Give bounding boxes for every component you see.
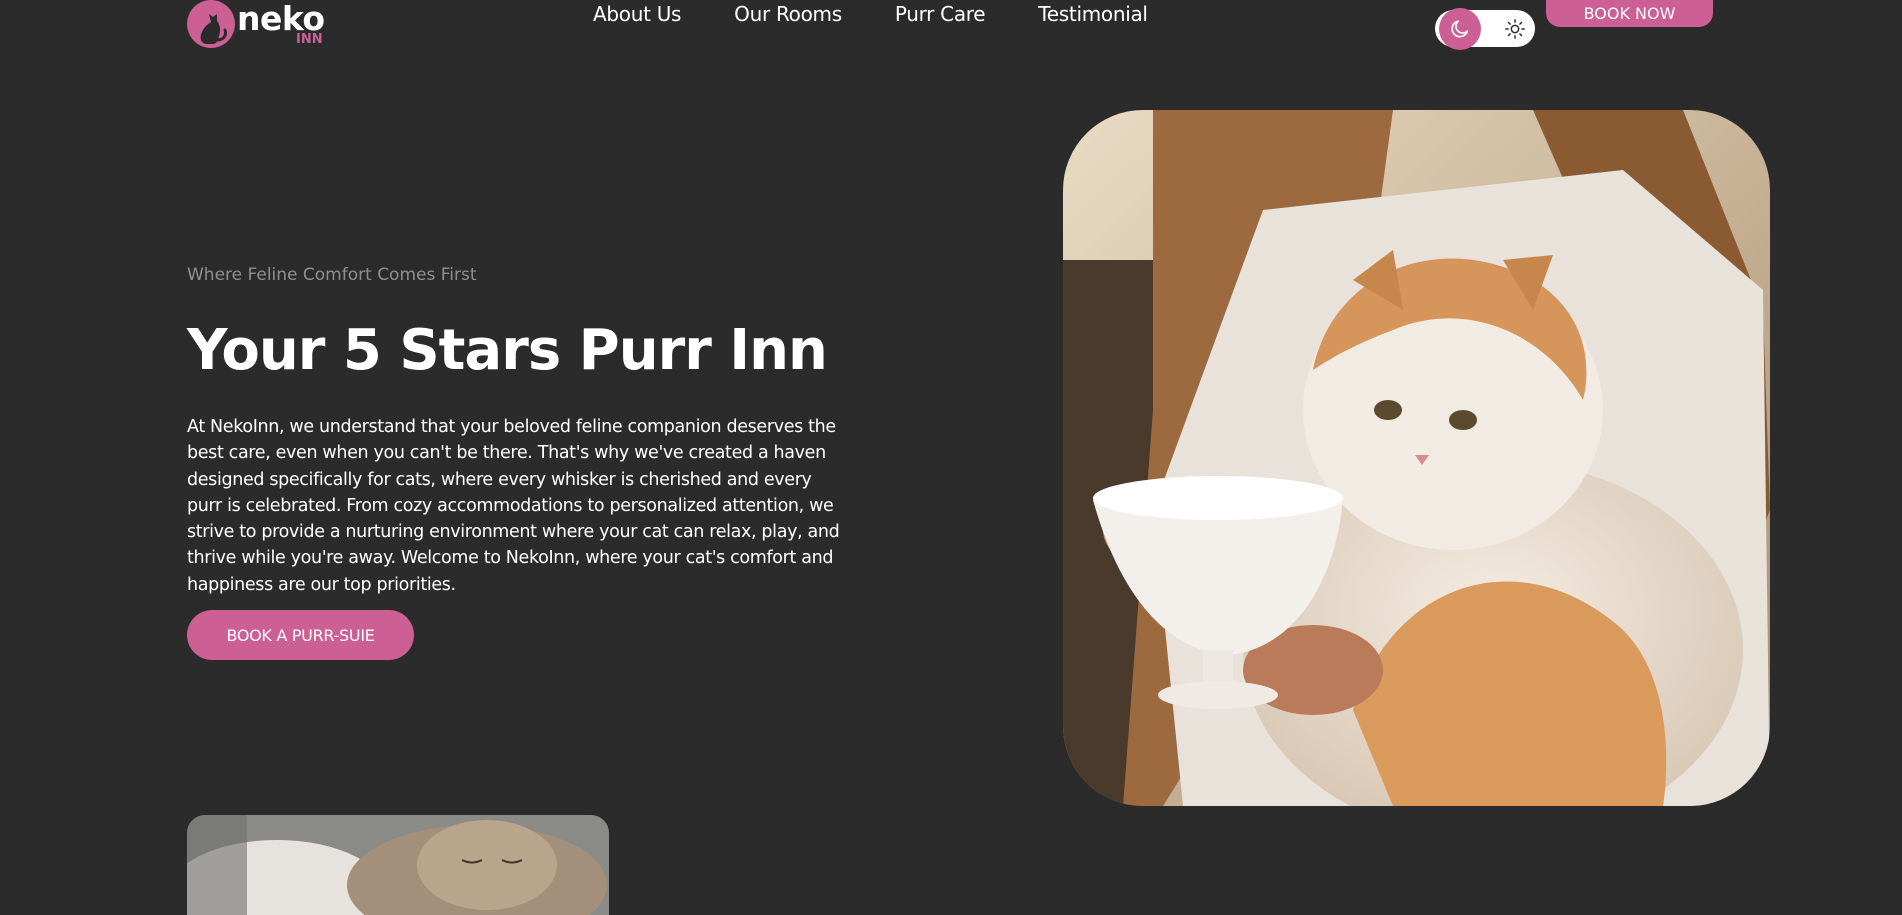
sleeping-cats-photo bbox=[187, 815, 609, 915]
nav-link-testimonial[interactable]: Testimonial bbox=[1038, 0, 1148, 28]
nav-link-purr-care[interactable]: Purr Care bbox=[895, 0, 986, 28]
cat-logo-icon bbox=[187, 0, 235, 48]
moon-icon[interactable] bbox=[1439, 8, 1481, 50]
hero-eyebrow: Where Feline Comfort Comes First bbox=[187, 265, 477, 285]
theme-toggle[interactable] bbox=[1435, 8, 1535, 50]
hero-title: Your 5 Stars Purr Inn bbox=[187, 318, 828, 383]
hero-description: At NekoInn, we understand that your belo… bbox=[187, 417, 840, 595]
book-now-button[interactable]: BOOK NOW bbox=[1546, 0, 1713, 27]
logo-wordmark: neko bbox=[237, 0, 325, 38]
logo[interactable]: neko INN bbox=[187, 0, 325, 50]
sun-icon[interactable] bbox=[1498, 12, 1531, 45]
main-nav: About Us Our Rooms Purr Care Testimonial bbox=[593, 0, 1148, 28]
book-purr-suite-button[interactable]: BOOK A PURR-SUIE bbox=[187, 610, 414, 660]
nav-link-our-rooms[interactable]: Our Rooms bbox=[734, 0, 842, 28]
hero-photo-cat-with-cup bbox=[1063, 110, 1770, 806]
logo-subtext: INN bbox=[296, 32, 323, 47]
nav-link-about-us[interactable]: About Us bbox=[593, 0, 681, 28]
